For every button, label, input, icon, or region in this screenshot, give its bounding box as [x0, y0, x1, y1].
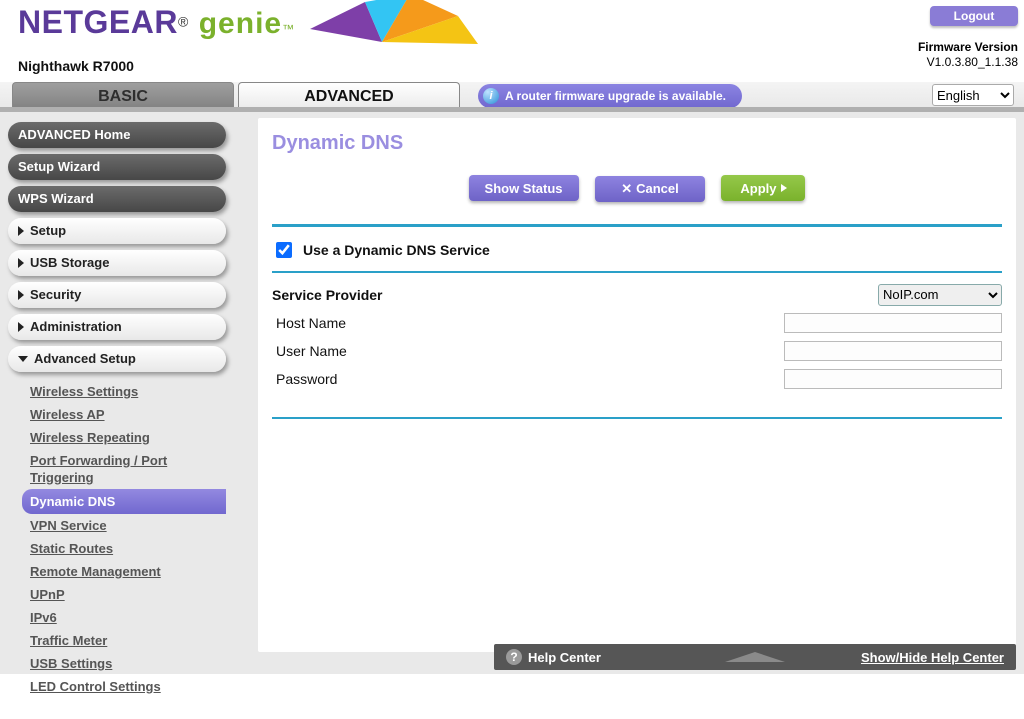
- sidebar-item-wireless-repeating[interactable]: Wireless Repeating: [22, 426, 226, 449]
- sidebar-item-upnp[interactable]: UPnP: [22, 583, 226, 606]
- tab-basic[interactable]: BASIC: [12, 82, 234, 112]
- button-label: Show Status: [485, 181, 563, 196]
- host-name-label: Host Name: [272, 315, 592, 331]
- sidebar-item-led-control[interactable]: LED Control Settings: [22, 675, 226, 698]
- sidebar-item-remote-management[interactable]: Remote Management: [22, 560, 226, 583]
- sidebar-item-ipv6[interactable]: IPv6: [22, 606, 226, 629]
- content-panel: Dynamic DNS Show Status ✕ Cancel Apply U…: [258, 118, 1016, 652]
- sidebar-item-setup[interactable]: Setup: [8, 218, 226, 244]
- logout-button[interactable]: Logout: [930, 6, 1018, 26]
- ddns-form: Service Provider NoIP.com Host Name User…: [258, 273, 1016, 411]
- brand-genie: genie: [199, 7, 282, 40]
- sidebar-item-label: Advanced Setup: [34, 346, 136, 372]
- button-label: Cancel: [636, 181, 679, 196]
- tab-strip: BASIC ADVANCED i A router firmware upgra…: [0, 82, 1024, 112]
- logo-kite-icon: [310, 0, 490, 59]
- sidebar-item-label: Security: [30, 282, 81, 308]
- language-select[interactable]: English: [932, 84, 1014, 106]
- host-name-input[interactable]: [784, 313, 1002, 333]
- brand-netgear: NETGEAR: [18, 4, 178, 40]
- sidebar-item-usb-settings[interactable]: USB Settings: [22, 652, 226, 675]
- service-provider-select[interactable]: NoIP.com: [878, 284, 1002, 306]
- brand-logo: NETGEAR® genie™: [18, 4, 294, 41]
- chevron-right-icon: [18, 258, 24, 268]
- service-provider-label: Service Provider: [272, 287, 592, 303]
- firmware-value: V1.0.3.80_1.1.38: [918, 55, 1018, 70]
- info-icon: i: [483, 88, 499, 104]
- sidebar-item-administration[interactable]: Administration: [8, 314, 226, 340]
- user-name-input[interactable]: [784, 341, 1002, 361]
- use-ddns-row: Use a Dynamic DNS Service: [258, 227, 1016, 271]
- tab-advanced[interactable]: ADVANCED: [238, 82, 460, 112]
- sidebar-item-vpn-service[interactable]: VPN Service: [22, 514, 226, 537]
- button-label: Apply: [740, 181, 776, 196]
- language-selector[interactable]: English: [932, 84, 1014, 106]
- divider: [272, 417, 1002, 419]
- body: ADVANCED Home Setup Wizard WPS Wizard Se…: [0, 112, 1024, 674]
- sidebar-submenu: Wireless Settings Wireless AP Wireless R…: [8, 378, 226, 698]
- button-row: Show Status ✕ Cancel Apply: [258, 175, 1016, 202]
- chevron-right-icon: [18, 322, 24, 332]
- firmware-label: Firmware Version: [918, 40, 1018, 55]
- user-name-row: User Name: [272, 337, 1002, 365]
- sidebar-item-setup-wizard[interactable]: Setup Wizard: [8, 154, 226, 180]
- host-name-row: Host Name: [272, 309, 1002, 337]
- sidebar-item-dynamic-dns[interactable]: Dynamic DNS: [22, 489, 226, 514]
- user-name-label: User Name: [272, 343, 592, 359]
- close-icon: ✕: [621, 181, 632, 197]
- sidebar-item-security[interactable]: Security: [8, 282, 226, 308]
- page-title: Dynamic DNS: [258, 118, 1016, 175]
- sidebar-item-wireless-ap[interactable]: Wireless AP: [22, 403, 226, 426]
- sidebar-item-label: Setup: [30, 218, 66, 244]
- model-name: Nighthawk R7000: [18, 58, 134, 74]
- chevron-down-icon: [18, 356, 28, 362]
- show-status-button[interactable]: Show Status: [469, 175, 579, 201]
- help-icon: ?: [506, 649, 522, 665]
- sidebar-item-static-routes[interactable]: Static Routes: [22, 537, 226, 560]
- use-ddns-checkbox[interactable]: [276, 242, 292, 258]
- sidebar-item-usb-storage[interactable]: USB Storage: [8, 250, 226, 276]
- play-icon: [781, 184, 787, 192]
- sidebar-item-advanced-setup[interactable]: Advanced Setup: [8, 346, 226, 372]
- banner-text: A router firmware upgrade is available.: [505, 89, 726, 103]
- brand-registered: ®: [178, 14, 188, 30]
- main: Dynamic DNS Show Status ✕ Cancel Apply U…: [236, 112, 1024, 674]
- sidebar-item-traffic-meter[interactable]: Traffic Meter: [22, 629, 226, 652]
- sidebar-item-advanced-home[interactable]: ADVANCED Home: [8, 122, 226, 148]
- sidebar-item-label: USB Storage: [30, 250, 109, 276]
- password-input[interactable]: [784, 369, 1002, 389]
- sidebar-item-wps-wizard[interactable]: WPS Wizard: [8, 186, 226, 212]
- use-ddns-label: Use a Dynamic DNS Service: [303, 242, 490, 258]
- sidebar: ADVANCED Home Setup Wizard WPS Wizard Se…: [0, 112, 236, 674]
- password-row: Password: [272, 365, 1002, 393]
- chevron-right-icon: [18, 226, 24, 236]
- cancel-button[interactable]: ✕ Cancel: [595, 176, 705, 202]
- sidebar-item-port-forwarding[interactable]: Port Forwarding / Port Triggering: [22, 449, 226, 489]
- help-footer: ? Help Center Show/Hide Help Center: [494, 644, 1016, 670]
- drag-handle-icon[interactable]: [725, 652, 785, 662]
- chevron-right-icon: [18, 290, 24, 300]
- sidebar-item-wireless-settings[interactable]: Wireless Settings: [22, 380, 226, 403]
- sidebar-item-label: Administration: [30, 314, 122, 340]
- apply-button[interactable]: Apply: [721, 175, 805, 201]
- help-center-label: Help Center: [528, 650, 601, 665]
- header: NETGEAR® genie™ Nighthawk R7000 Logout F…: [0, 0, 1024, 82]
- brand-tm: ™: [282, 22, 294, 36]
- firmware-version: Firmware Version V1.0.3.80_1.1.38: [918, 40, 1018, 70]
- firmware-upgrade-banner[interactable]: i A router firmware upgrade is available…: [478, 84, 742, 108]
- password-label: Password: [272, 371, 592, 387]
- service-provider-row: Service Provider NoIP.com: [272, 281, 1002, 309]
- show-hide-help-link[interactable]: Show/Hide Help Center: [861, 650, 1004, 665]
